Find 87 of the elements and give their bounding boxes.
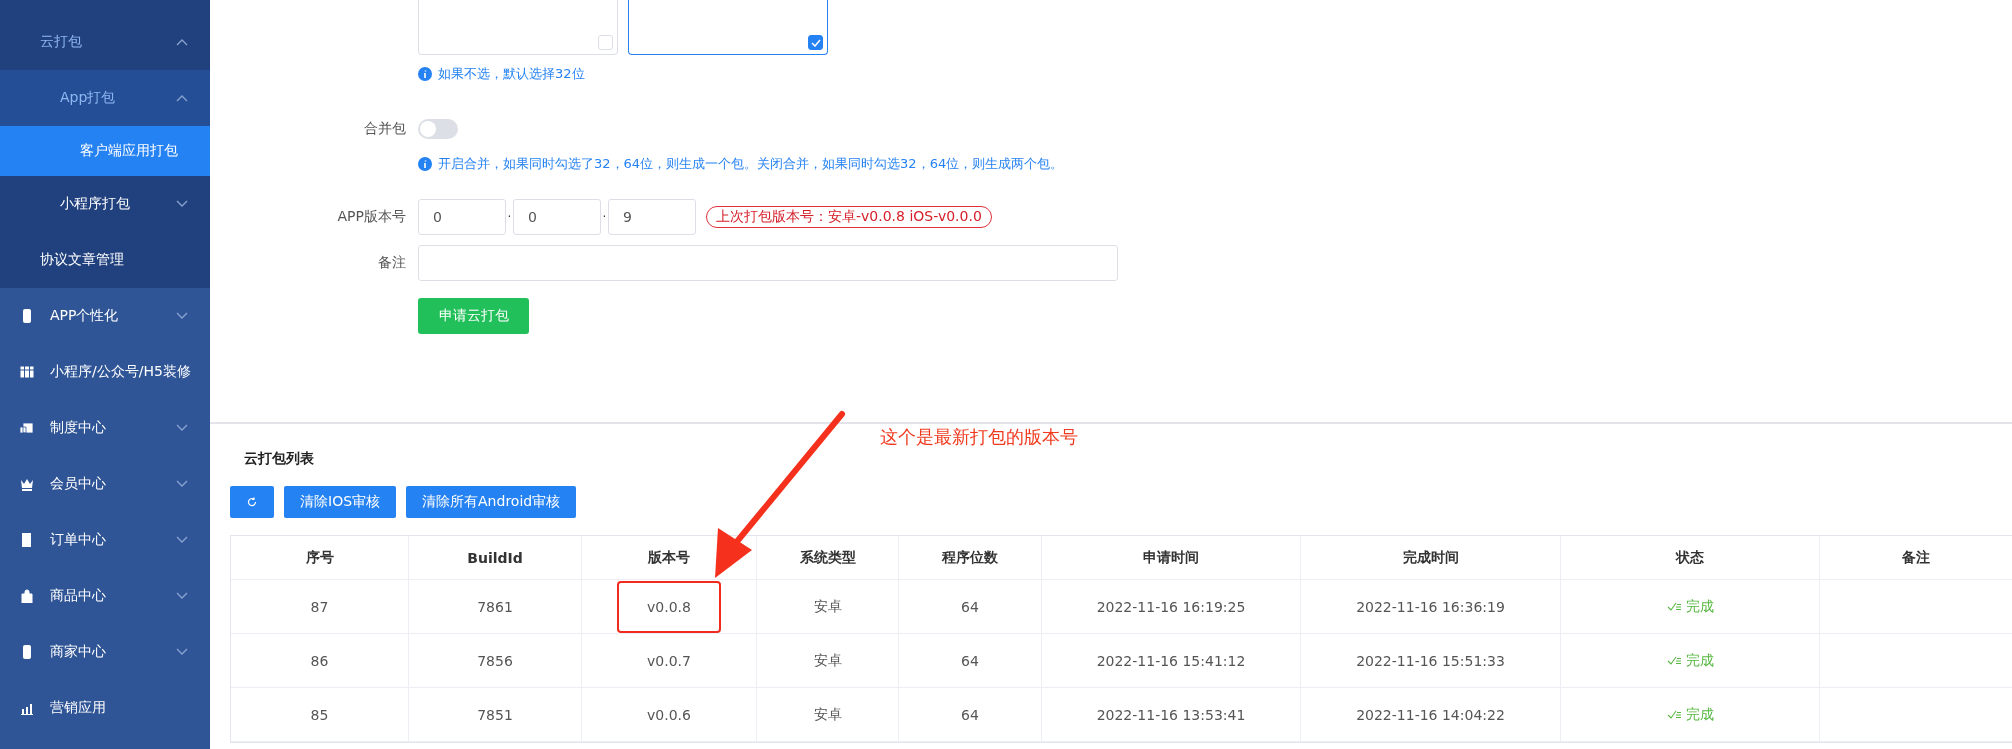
refresh-icon bbox=[247, 497, 257, 507]
separator-dot: · bbox=[506, 210, 513, 224]
chevron-icon bbox=[176, 536, 188, 544]
column-header: 程序位数 bbox=[899, 536, 1042, 580]
field-label: APP版本号 bbox=[336, 208, 407, 226]
check-icon bbox=[1666, 709, 1681, 720]
chevron-icon bbox=[176, 480, 188, 488]
menu-item[interactable]: 会员中心 bbox=[0, 456, 210, 512]
chart-icon bbox=[20, 701, 34, 715]
menu-item[interactable]: 营销应用 bbox=[0, 680, 210, 736]
status-text: 完成 bbox=[1685, 597, 1714, 616]
note-icon bbox=[20, 533, 34, 547]
info-icon bbox=[418, 157, 432, 171]
check-icon bbox=[1666, 601, 1681, 612]
chevron-icon bbox=[176, 200, 188, 208]
column-header: 备注 bbox=[1820, 536, 2012, 580]
option-card[interactable] bbox=[628, 0, 828, 55]
table-cell: 7851 bbox=[409, 688, 582, 742]
menu-item[interactable]: App打包 bbox=[0, 70, 210, 126]
column-header: 申请时间 bbox=[1042, 536, 1301, 580]
table-cell: v0.0.7 bbox=[582, 634, 757, 688]
remark-input[interactable] bbox=[418, 245, 1118, 281]
menu-item[interactable]: 商家中心 bbox=[0, 624, 210, 680]
annotation-text: 这个是最新打包的版本号 bbox=[880, 425, 1078, 449]
hint-text: 开启合并，如果同时勾选了32，64位，则生成一个包。关闭合并，如果同时勾选32，64位，则生成两个包。 bbox=[438, 155, 1064, 173]
phone-icon bbox=[20, 645, 34, 659]
version-input[interactable]: 0 bbox=[418, 199, 506, 235]
merge-switch[interactable] bbox=[418, 119, 458, 139]
chevron-icon bbox=[176, 312, 188, 320]
table-cell: 安卓 bbox=[757, 688, 899, 742]
table-cell: 64 bbox=[899, 688, 1042, 742]
status-text: 完成 bbox=[1685, 651, 1714, 670]
table-cell: 2022-11-16 16:19:25 bbox=[1042, 580, 1301, 634]
menu-item[interactable]: 小程序/公众号/H5装修 bbox=[0, 344, 210, 400]
action-button[interactable]: 清除IOS审核 bbox=[284, 486, 397, 518]
section-title: 云打包列表 bbox=[244, 450, 315, 468]
table-cell: 2022-11-16 14:04:22 bbox=[1301, 688, 1561, 742]
separator-dot: · bbox=[601, 210, 608, 224]
table-cell: 2022-11-16 16:36:19 bbox=[1301, 580, 1561, 634]
column-header: 完成时间 bbox=[1301, 536, 1561, 580]
hint-text: 如果不选，默认选择32位 bbox=[438, 65, 585, 83]
grid-icon bbox=[20, 365, 34, 379]
crown-icon bbox=[20, 477, 34, 491]
table-cell: 7861 bbox=[409, 580, 582, 634]
chevron-icon bbox=[176, 94, 188, 102]
bag-icon bbox=[20, 589, 34, 603]
menu-item[interactable]: 商品中心 bbox=[0, 568, 210, 624]
table-cell: 64 bbox=[899, 580, 1042, 634]
document-icon bbox=[20, 421, 34, 435]
field-label: 备注 bbox=[377, 254, 407, 272]
table-cell: 2022-11-16 15:51:33 bbox=[1301, 634, 1561, 688]
column-header: 系统类型 bbox=[757, 536, 899, 580]
table-cell: 安卓 bbox=[757, 634, 899, 688]
column-header: 序号 bbox=[231, 536, 409, 580]
menu-item[interactable]: 云打包 bbox=[0, 14, 210, 70]
action-button[interactable]: 清除所有Android审核 bbox=[406, 486, 577, 518]
menu-item[interactable]: 协议文章管理 bbox=[0, 232, 210, 288]
column-header: BuildId bbox=[409, 536, 582, 580]
menu-item[interactable]: 订单中心 bbox=[0, 512, 210, 568]
table-cell: v0.0.6 bbox=[582, 688, 757, 742]
phone-icon bbox=[20, 309, 34, 323]
table-cell: 2022-11-16 13:53:41 bbox=[1042, 688, 1301, 742]
chevron-icon bbox=[176, 648, 188, 656]
field-label: 合并包 bbox=[363, 120, 407, 138]
menu-item[interactable]: APP个性化 bbox=[0, 288, 210, 344]
chevron-icon bbox=[176, 592, 188, 600]
version-input[interactable]: 0 bbox=[513, 199, 601, 235]
menu-item[interactable]: 小程序打包 bbox=[0, 176, 210, 232]
table-cell: 2022-11-16 15:41:12 bbox=[1042, 634, 1301, 688]
menu-item[interactable]: 客户端应用打包 bbox=[0, 126, 210, 176]
table-cell: 85 bbox=[231, 688, 409, 742]
table-cell: 安卓 bbox=[757, 580, 899, 634]
check-icon bbox=[1666, 655, 1681, 666]
table-cell: 64 bbox=[899, 634, 1042, 688]
table-cell: v0.0.8 bbox=[582, 580, 757, 634]
menu-item[interactable]: 制度中心 bbox=[0, 400, 210, 456]
version-input[interactable]: 9 bbox=[608, 199, 696, 235]
table-cell: 7856 bbox=[409, 634, 582, 688]
chevron-icon bbox=[176, 38, 188, 46]
table-cell: 86 bbox=[231, 634, 409, 688]
status-text: 完成 bbox=[1685, 705, 1714, 724]
refresh-button[interactable] bbox=[230, 486, 274, 518]
chevron-icon bbox=[176, 424, 188, 432]
checkbox[interactable] bbox=[808, 35, 823, 50]
table-cell: 87 bbox=[231, 580, 409, 634]
column-header: 状态 bbox=[1561, 536, 1820, 580]
info-icon bbox=[418, 67, 432, 81]
